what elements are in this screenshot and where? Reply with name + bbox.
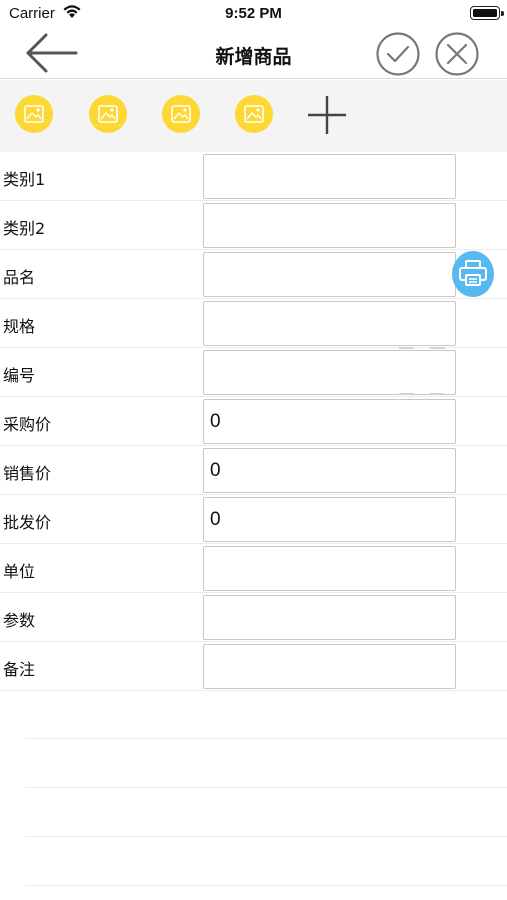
check-circle-icon — [376, 32, 420, 76]
arrow-left-icon — [26, 33, 78, 73]
params-input[interactable] — [203, 595, 456, 640]
status-time: 9:52 PM — [225, 5, 282, 22]
image-icon — [171, 105, 191, 123]
image-icon — [24, 105, 44, 123]
form-row-remark: 备注 — [0, 642, 507, 691]
print-button[interactable] — [452, 251, 494, 297]
category1-input[interactable] — [203, 154, 456, 199]
category2-label: 类别2 — [3, 219, 46, 238]
form-row-product-name: 品名 — [0, 250, 507, 299]
form-row-purchase-price: 采购价 — [0, 397, 507, 446]
divider — [25, 739, 507, 788]
battery-icon — [470, 6, 504, 20]
product-name-input[interactable] — [203, 252, 456, 297]
image-icon — [98, 105, 118, 123]
confirm-button[interactable] — [375, 31, 421, 77]
cancel-button[interactable] — [434, 31, 480, 77]
purchase-price-input[interactable] — [203, 399, 456, 444]
category1-label: 类别1 — [3, 170, 46, 189]
sale-price-input[interactable] — [203, 448, 456, 493]
drag-handle-marks — [399, 346, 445, 396]
form-row-category1: 类别1 — [0, 152, 507, 201]
unit-input[interactable] — [203, 546, 456, 591]
form-row-wholesale-price: 批发价 — [0, 495, 507, 544]
spec-input[interactable] — [203, 301, 456, 346]
category2-input[interactable] — [203, 203, 456, 248]
image-icon — [244, 105, 264, 123]
product-form: 类别1 类别2 品名 规格 编号 采购价 销售价 批发价 单位 参数 备注 — [0, 152, 507, 691]
product-name-label: 品名 — [3, 268, 36, 287]
photo-slot[interactable] — [15, 95, 53, 133]
photo-slot[interactable] — [235, 95, 273, 133]
photo-slot[interactable] — [162, 95, 200, 133]
divider — [25, 837, 507, 886]
form-row-unit: 单位 — [0, 544, 507, 593]
wholesale-price-input[interactable] — [203, 497, 456, 542]
photo-slot[interactable] — [89, 95, 127, 133]
unit-label: 单位 — [3, 562, 36, 581]
spec-label: 规格 — [3, 317, 36, 336]
form-row-params: 参数 — [0, 593, 507, 642]
divider — [25, 788, 507, 837]
form-row-sale-price: 销售价 — [0, 446, 507, 495]
form-row-category2: 类别2 — [0, 201, 507, 250]
remark-input[interactable] — [203, 644, 456, 689]
photo-toolbar — [0, 80, 507, 152]
close-circle-icon — [435, 32, 479, 76]
divider — [25, 690, 507, 739]
purchase-price-label: 采购价 — [3, 415, 52, 434]
code-label: 编号 — [3, 366, 36, 385]
empty-list-area — [25, 690, 507, 886]
nav-bar: 新增商品 — [0, 28, 507, 79]
remark-label: 备注 — [3, 660, 36, 679]
sale-price-label: 销售价 — [3, 464, 52, 483]
plus-icon — [308, 96, 346, 134]
params-label: 参数 — [3, 611, 36, 630]
status-bar: Carrier 9:52 PM — [0, 0, 507, 28]
back-button[interactable] — [22, 31, 82, 75]
form-row-spec: 规格 — [0, 299, 507, 348]
add-photo-button[interactable] — [306, 94, 348, 136]
wholesale-price-label: 批发价 — [3, 513, 52, 532]
printer-icon — [459, 260, 487, 286]
